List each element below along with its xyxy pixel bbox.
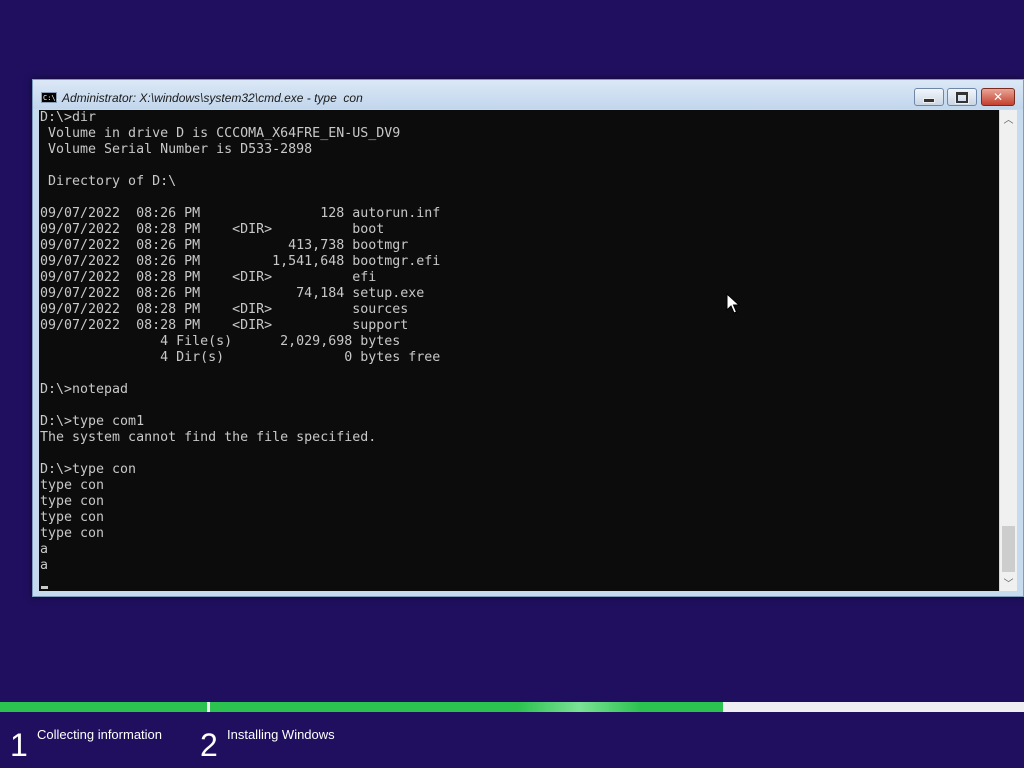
- cmd-icon: C:\.: [41, 92, 60, 103]
- console-text: D:\>dir Volume in drive D is CCCOMA_X64F…: [40, 110, 441, 573]
- scroll-down-button[interactable]: ﹀: [1000, 574, 1017, 591]
- scroll-up-button[interactable]: ︿: [1000, 110, 1017, 127]
- vertical-scrollbar[interactable]: ︿ ﹀: [1000, 110, 1017, 591]
- step-2-number: 2: [200, 727, 218, 763]
- maximize-icon: [956, 91, 968, 103]
- minimize-icon: [923, 97, 935, 103]
- cmd-window[interactable]: C:\. Administrator: X:\windows\system32\…: [32, 79, 1024, 597]
- maximize-button[interactable]: [947, 88, 977, 106]
- close-icon: ✕: [992, 90, 1004, 104]
- step-1-number: 1: [10, 727, 28, 763]
- progress-segment-installing: [210, 702, 723, 712]
- title-bar[interactable]: C:\. Administrator: X:\windows\system32\…: [33, 80, 1023, 109]
- chevron-up-icon: ︿: [1003, 115, 1014, 126]
- chevron-down-icon: ﹀: [1003, 579, 1014, 590]
- text-cursor: [41, 586, 48, 589]
- console-output[interactable]: D:\>dir Volume in drive D is CCCOMA_X64F…: [39, 110, 999, 591]
- mouse-pointer-icon: [726, 293, 740, 314]
- close-button[interactable]: ✕: [981, 88, 1015, 106]
- window-title: Administrator: X:\windows\system32\cmd.e…: [62, 91, 363, 105]
- minimize-button[interactable]: [914, 88, 944, 106]
- step-2-label: Installing Windows: [227, 727, 335, 742]
- scroll-thumb[interactable]: [1002, 526, 1015, 572]
- step-1-label: Collecting information: [37, 727, 163, 742]
- progress-segment-collecting: [0, 702, 207, 712]
